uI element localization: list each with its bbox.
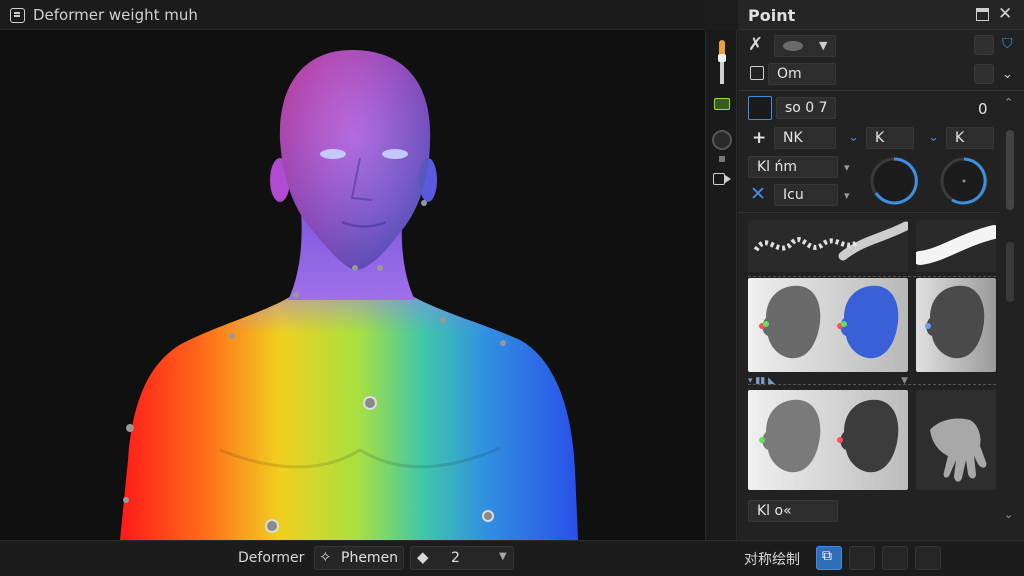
mode-button[interactable]: ✧ Phemen xyxy=(314,546,404,570)
hardness-dial[interactable] xyxy=(938,155,990,207)
joint-marker[interactable] xyxy=(421,200,427,206)
checkbox[interactable] xyxy=(750,66,764,80)
om-field[interactable]: Om xyxy=(768,63,836,85)
mode-label: Phemen xyxy=(341,550,399,566)
scroll-down-icon[interactable]: ⌄ xyxy=(1004,508,1013,521)
preset-name-field[interactable]: Kl o« xyxy=(748,500,838,522)
brush-preset-head-pair[interactable] xyxy=(748,390,908,490)
panel-scrollbar-thumb[interactable] xyxy=(1006,130,1014,210)
weight-painted-mesh[interactable] xyxy=(0,30,705,540)
diamond-icon: ◆ xyxy=(417,548,429,566)
joint-marker[interactable] xyxy=(126,424,134,432)
joint-marker[interactable] xyxy=(123,497,129,503)
dial-icon[interactable] xyxy=(712,130,732,150)
paint-brush-icon[interactable] xyxy=(716,40,728,84)
clear-icon[interactable]: ✕ xyxy=(750,183,766,205)
bottom-toolbar: Deformer ✧ Phemen ◆ 2 ▼ 对称绘制 ⧉ xyxy=(0,540,1024,576)
color-swatch[interactable] xyxy=(748,96,772,120)
symmetry-toggle-button[interactable]: ⧉ xyxy=(816,546,842,570)
left-eye xyxy=(320,149,346,159)
brush-shape-dropdown[interactable]: ▼ xyxy=(774,35,836,57)
chevron-down-icon: ▼ xyxy=(901,376,908,386)
joint-marker[interactable] xyxy=(265,519,279,533)
radius-dial[interactable] xyxy=(868,155,920,207)
joint-marker[interactable] xyxy=(440,317,446,323)
section-divider xyxy=(738,90,1024,91)
properties-panel: Point ✕ ✗ ▼ ⛉ Om ⌄ so 0 7 0 + NK ⌄ K ⌄ K… xyxy=(738,0,1024,540)
chevron-down-icon: ▼ xyxy=(499,551,507,562)
brush-preset-head-gray[interactable] xyxy=(748,278,908,372)
3d-viewport[interactable] xyxy=(0,0,705,540)
chevron-down-icon[interactable]: ⌄ xyxy=(1002,67,1013,82)
chevron-down-icon[interactable]: ▾ xyxy=(844,189,850,202)
symmetry-z-button[interactable] xyxy=(915,546,941,570)
brush-preset-head-dark[interactable] xyxy=(916,278,996,372)
k-field-1[interactable]: K xyxy=(866,127,914,149)
shield-check-icon[interactable]: ⛉ xyxy=(1002,36,1013,52)
scroll-up-icon[interactable]: ⌃ xyxy=(1004,96,1013,109)
option-toggle-button[interactable] xyxy=(974,35,994,55)
preset-divider xyxy=(748,384,996,385)
right-eye xyxy=(382,149,408,159)
dot-icon xyxy=(719,156,725,162)
strength-field[interactable]: so 0 7 xyxy=(776,97,836,119)
select-icon: ⧉ xyxy=(822,548,832,564)
joint-marker[interactable] xyxy=(229,333,235,339)
document-icon xyxy=(10,8,25,23)
falloff-dropdown[interactable]: Kl ńm xyxy=(748,156,838,178)
panel-header: Point ✕ xyxy=(738,0,1024,30)
viewport-title-bar: Deformer weight muh xyxy=(0,0,705,30)
sparkle-icon: ✧ xyxy=(319,548,332,566)
maximize-icon[interactable] xyxy=(976,8,989,21)
chevron-down-icon[interactable]: ⌄ xyxy=(848,130,859,145)
strength-value: 0 xyxy=(978,100,988,118)
panel-scrollbar-thumb-lower[interactable] xyxy=(1006,242,1014,302)
chevron-down-icon: ▼ xyxy=(819,39,828,52)
nk-field[interactable]: NK xyxy=(774,127,836,149)
panel-title: Point xyxy=(748,6,796,25)
brush-shape-preview-icon xyxy=(783,41,803,51)
option-toggle-button[interactable] xyxy=(974,64,994,84)
close-icon[interactable]: ✕ xyxy=(998,4,1012,24)
joint-marker[interactable] xyxy=(377,265,383,271)
transform-icon[interactable]: ✗ xyxy=(748,34,763,55)
brush-preset-stroke-soft[interactable] xyxy=(916,220,996,272)
value-label: 2 xyxy=(451,550,460,566)
viewport-title: Deformer weight muh xyxy=(33,6,198,24)
joint-marker[interactable] xyxy=(363,396,377,410)
deformer-label: Deformer xyxy=(238,550,305,566)
joint-marker[interactable] xyxy=(293,292,299,298)
add-icon[interactable]: + xyxy=(752,128,766,148)
brush-preset-stroke-noise[interactable] xyxy=(748,220,908,272)
symmetry-paint-label: 对称绘制 xyxy=(744,552,800,568)
symmetry-y-button[interactable] xyxy=(882,546,908,570)
torso-top-blend xyxy=(180,292,525,410)
chevron-down-icon[interactable]: ⌄ xyxy=(928,130,939,145)
section-divider xyxy=(738,212,1000,213)
joint-marker[interactable] xyxy=(500,340,506,346)
preset-row-markers: ▾ ▮▮ ◣ xyxy=(748,376,776,386)
preset-divider xyxy=(748,276,996,277)
camera-icon[interactable] xyxy=(713,172,731,186)
brush-preset-hand[interactable] xyxy=(916,390,996,490)
weight-stack-icon[interactable] xyxy=(714,98,730,110)
value-dropdown[interactable]: ◆ 2 ▼ xyxy=(410,546,514,570)
chevron-down-icon[interactable]: ▾ xyxy=(844,161,850,174)
symmetry-x-button[interactable] xyxy=(849,546,875,570)
k-field-2[interactable]: K xyxy=(946,127,994,149)
joint-marker[interactable] xyxy=(482,510,494,522)
joint-marker[interactable] xyxy=(352,265,358,271)
tool-strip xyxy=(705,30,737,540)
icu-dropdown[interactable]: Icu xyxy=(774,184,838,206)
